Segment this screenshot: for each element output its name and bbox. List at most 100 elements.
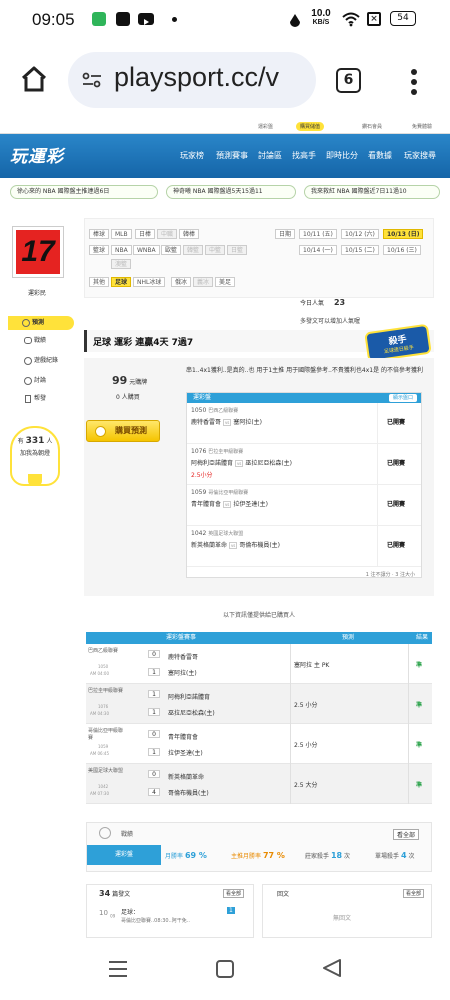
divider (377, 403, 378, 444)
sim-icon: × (367, 12, 381, 26)
recents-icon[interactable] (108, 960, 128, 982)
follower-line1: 有 331 人 (17, 436, 53, 446)
result-mark: 準 (416, 742, 423, 749)
app-icon (116, 12, 130, 26)
avatar[interactable]: 17 (12, 226, 64, 278)
ticker-bar: 徐心來的 NBA 國際盤主推連過6日 神奇曦 NBA 國際盤過5天15過11 我… (0, 178, 450, 208)
date-1011[interactable]: 10/11 (五) (299, 229, 337, 239)
sidebar-item-label: 帮發 (34, 395, 47, 402)
result-away: 拉伊圣達(主) (168, 750, 203, 757)
sidebar-item-help[interactable]: 帮發 (10, 392, 76, 406)
back-icon[interactable] (322, 958, 342, 982)
filter-euro-basketball[interactable]: 歐籃 (161, 245, 182, 255)
result-league: 哥倫比亞甲級聯賽 (88, 728, 124, 741)
filter-nfl[interactable]: 美足 (215, 277, 236, 287)
filter-kbl[interactable]: 韓籃 (183, 245, 204, 255)
nav-players[interactable]: 玩家榜 (180, 150, 204, 161)
home-icon[interactable] (20, 66, 48, 96)
follower-line2: 加我為朝燈 (19, 450, 50, 457)
filter-nbl[interactable]: 澳籃 (111, 259, 132, 269)
pencil-icon (24, 377, 32, 385)
record-panel: 戰績 看全部 運彩盤 月勝率 69 % 主推月勝率 77 % 莊家殺手 18 次… (86, 822, 432, 872)
post-title[interactable]: 足球： (121, 907, 139, 916)
filter-cpbl[interactable]: 中職 (157, 229, 178, 239)
replies-view-all[interactable]: 看全部 (403, 889, 425, 898)
clock: 09:05 (32, 10, 75, 29)
home-nav-icon[interactable] (216, 960, 234, 978)
result-time: AM 06:45 (90, 751, 109, 756)
show-odds-button[interactable]: 顯示盤口 (388, 394, 417, 402)
sidebar-item-record[interactable]: 戰績 (10, 334, 76, 348)
tab-count: 6 (343, 72, 354, 88)
post-text[interactable]: 哥倫比亞聯賽..08:30..阿干免.. (121, 917, 190, 924)
toplink-board[interactable]: 運彩盤 (258, 123, 273, 130)
filter-npb[interactable]: 日棒 (135, 229, 156, 239)
pick-header-label: 運彩盤 (193, 394, 212, 401)
filter-mlb[interactable]: MLB (111, 229, 132, 239)
pick-status: 已開賽 (387, 419, 406, 426)
nav-find-expert[interactable]: 找高手 (292, 150, 316, 161)
ticker-item[interactable]: 徐心來的 NBA 國際盤主推連過6日 (10, 185, 158, 199)
buyers-unit: 人購買 (121, 394, 140, 401)
date-1015[interactable]: 10/15 (二) (341, 245, 379, 255)
sidebar-item-discuss[interactable]: 討論 (10, 374, 76, 388)
sidebar-item-predict[interactable]: 預測 (8, 316, 74, 330)
result-away: 哥倫布機員(主) (168, 790, 209, 797)
date-1012[interactable]: 10/12 (六) (341, 229, 379, 239)
toplink-buy[interactable]: 購買儲值 (296, 122, 325, 131)
filter-nhl[interactable]: NHL冰球 (133, 277, 166, 287)
site-settings-icon[interactable] (82, 72, 102, 92)
buy-prediction-button[interactable]: 購買預測 (86, 420, 160, 442)
result-league: 巴西乙級聯賽 (88, 648, 119, 654)
ticker-item[interactable]: 我來救紅 NBA 國際盤近7日11過10 (304, 185, 440, 199)
filter-nba[interactable]: NBA (111, 245, 132, 255)
result-time: AM 07:30 (90, 791, 109, 796)
divider (290, 684, 291, 724)
pick-table: 運彩盤 顯示盤口 1050 巴西乙級聯賽 鹿特香雷哥 vs 塞阿拉(主) 已開賽 10… (186, 392, 422, 578)
result-code: 1042 (98, 784, 109, 789)
filter-bleague[interactable]: 日籃 (227, 245, 248, 255)
banner-title: 足球 運彩 連贏4天 7過7 (93, 338, 194, 348)
filter-italy-hockey[interactable]: 義冰 (193, 277, 214, 287)
nav-player-search[interactable]: 玩家搜尋 (404, 150, 436, 161)
site-logo[interactable]: 玩運彩 (10, 142, 64, 167)
follower-bulb[interactable]: 有 331 人 加我為朝燈 (10, 426, 60, 486)
popularity-count: 23 (333, 298, 346, 307)
date-1013[interactable]: 10/13 (日) (383, 229, 424, 239)
replies-title: 回文 (277, 891, 290, 898)
divider (290, 644, 291, 684)
record-tab[interactable]: 運彩盤 (87, 845, 161, 865)
table-row: 巴西乙級聯賽 1050 AM 04:00 0 1 鹿特香雷哥 塞阿拉(主) 塞阿拉 主 PK 準 (86, 644, 432, 684)
date-1016[interactable]: 10/16 (三) (383, 245, 421, 255)
pick-footer: 1 注不讓分 · 3 注大小 (365, 572, 415, 578)
nav-forum[interactable]: 討論區 (258, 150, 282, 161)
results-col-match: 運彩盤賽事 (166, 634, 197, 641)
nav-live-score[interactable]: 即時比分 (326, 150, 358, 161)
record-view-all[interactable]: 看全部 (393, 829, 420, 840)
buy-button-label: 購買預測 (115, 426, 147, 435)
pick-list: 1050 巴西乙級聯賽 鹿特香雷哥 vs 塞阿拉(主) 已開賽 1076 巴拉圭甲級聯… (187, 403, 421, 567)
filter-kbo[interactable]: 韓棒 (179, 229, 200, 239)
user-sidebar: 17 運彩民 預測 戰績 遊戲紀錄 討論 帮發 有 331 人 加我為朝燈 (0, 218, 80, 938)
toplink-trial[interactable]: 免費體驗 (412, 123, 432, 130)
sidebar-item-label: 遊戲紀錄 (34, 357, 59, 364)
tab-switcher-button[interactable]: 6 (336, 68, 361, 93)
popularity-note: 多發文可以增加人氣喔 (300, 318, 361, 325)
nav-predict[interactable]: 預測賽事 (216, 150, 248, 161)
ticker-item[interactable]: 神奇曦 NBA 國際盤過5天15過11 (166, 185, 296, 199)
pick-league: 1059 哥倫比亞甲級聯賽 (191, 489, 249, 496)
dot-icon (172, 17, 177, 22)
toplink-diamond[interactable]: 鑽石會員 (362, 123, 382, 130)
filter-khl[interactable]: 俄冰 (171, 277, 192, 287)
record-killer: 莊家殺手 18 次 (305, 851, 351, 860)
filter-cba[interactable]: 中籃 (205, 245, 226, 255)
filter-wnba[interactable]: WNBA (133, 245, 160, 255)
sidebar-item-game-log[interactable]: 遊戲紀錄 (10, 354, 76, 368)
result-code: 1059 (98, 744, 109, 749)
more-menu-icon[interactable] (410, 68, 418, 96)
nav-data[interactable]: 看數據 (368, 150, 392, 161)
address-bar[interactable]: playsport.cc/v (68, 52, 316, 108)
posts-view-all[interactable]: 看全部 (223, 889, 245, 898)
date-1014[interactable]: 10/14 (一) (299, 245, 337, 255)
filter-soccer[interactable]: 足球 (111, 277, 132, 287)
